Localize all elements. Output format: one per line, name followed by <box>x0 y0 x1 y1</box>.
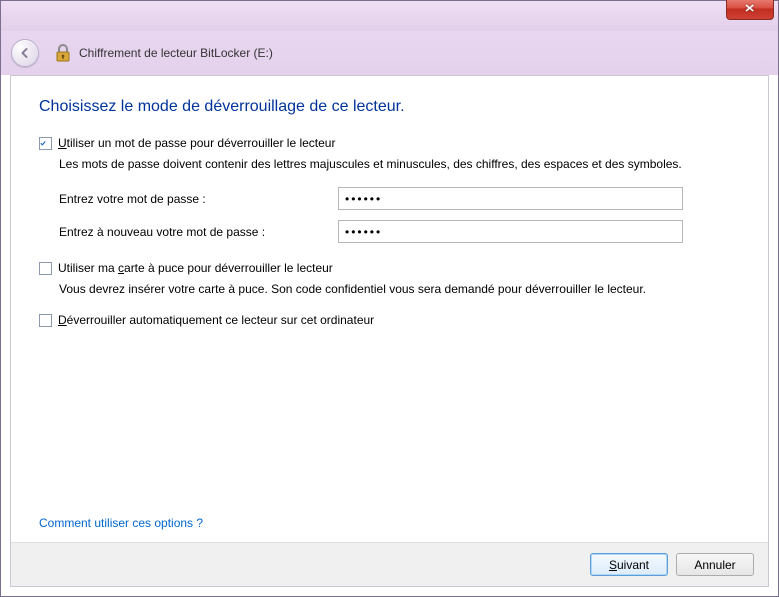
checkmark-icon <box>40 138 46 149</box>
page-title: Chiffrement de lecteur BitLocker (E:) <box>79 46 273 60</box>
footer: Suivant Annuler <box>11 542 768 586</box>
close-button[interactable]: ✕ <box>726 0 774 20</box>
smartcard-option-description: Vous devrez insérer votre carte à puce. … <box>59 281 740 298</box>
autounlock-option-label: Déverrouiller automatiquement ce lecteur… <box>58 313 374 327</box>
smartcard-option-row[interactable]: Utiliser ma carte à puce pour déverrouil… <box>39 261 740 275</box>
password-label: Entrez votre mot de passe : <box>59 192 334 206</box>
smartcard-option-label: Utiliser ma carte à puce pour déverrouil… <box>58 261 333 275</box>
password-option-row[interactable]: Utiliser un mot de passe pour déverrouil… <box>39 136 740 150</box>
smartcard-checkbox[interactable] <box>39 262 52 275</box>
close-icon: ✕ <box>744 4 755 15</box>
cancel-button[interactable]: Annuler <box>676 553 754 576</box>
bitlocker-icon <box>53 43 73 63</box>
next-button[interactable]: Suivant <box>590 553 668 576</box>
help-link[interactable]: Comment utiliser ces options ? <box>39 516 203 530</box>
nav-row: Chiffrement de lecteur BitLocker (E:) <box>1 31 778 75</box>
back-button[interactable] <box>11 39 39 67</box>
heading: Choisissez le mode de déverrouillage de … <box>39 98 740 116</box>
password-confirm-input[interactable] <box>338 220 683 243</box>
content-panel: Choisissez le mode de déverrouillage de … <box>10 75 769 587</box>
password-input[interactable] <box>338 187 683 210</box>
password-checkbox[interactable] <box>39 137 52 150</box>
password-option-description: Les mots de passe doivent contenir des l… <box>59 156 740 173</box>
titlebar: ✕ <box>1 1 778 31</box>
password-confirm-label: Entrez à nouveau votre mot de passe : <box>59 225 334 239</box>
password-option-label: Utiliser un mot de passe pour déverrouil… <box>58 136 335 150</box>
autounlock-checkbox[interactable] <box>39 314 52 327</box>
autounlock-option-row[interactable]: Déverrouiller automatiquement ce lecteur… <box>39 313 740 327</box>
bitlocker-wizard-window: ✕ Chiffrement de lecteur BitLocker (E:) … <box>0 0 779 597</box>
arrow-left-icon <box>18 46 32 60</box>
